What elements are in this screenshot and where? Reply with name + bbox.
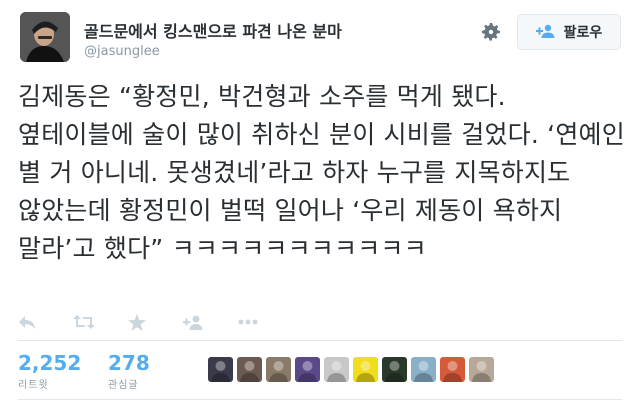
more-icon[interactable] bbox=[238, 312, 293, 332]
favorite-label: 관심글 bbox=[108, 380, 139, 391]
profile-avatar[interactable] bbox=[20, 12, 70, 62]
liker-avatar-3[interactable] bbox=[266, 357, 291, 382]
favorite-icon[interactable] bbox=[128, 312, 183, 332]
retweet-count: 2,252 bbox=[18, 351, 82, 375]
liker-avatars bbox=[208, 357, 494, 382]
favorite-stat[interactable]: 278 관심글 bbox=[108, 352, 150, 391]
retweet-label: 리트윗 bbox=[18, 380, 49, 391]
follow-button-label: 팔로우 bbox=[563, 25, 603, 41]
display-name[interactable]: 골드문에서 킹스맨으로 파견 나온 분마 bbox=[84, 18, 342, 42]
retweet-stat[interactable]: 2,252 리트윗 bbox=[18, 352, 81, 391]
favorite-count: 278 bbox=[108, 351, 150, 375]
liker-avatar-8[interactable] bbox=[411, 357, 436, 382]
liker-avatar-6[interactable] bbox=[353, 357, 378, 382]
divider-bottom bbox=[18, 399, 622, 400]
liker-avatar-4[interactable] bbox=[295, 357, 320, 382]
liker-avatar-7[interactable] bbox=[382, 357, 407, 382]
tweet-text: 김제동은 “황정민, 박건형과 소주를 먹게 됐다. 옆테이블에 술이 많이 취… bbox=[18, 82, 634, 263]
liker-avatar-2[interactable] bbox=[237, 357, 262, 382]
liker-avatar-9[interactable] bbox=[440, 357, 465, 382]
gear-icon[interactable] bbox=[479, 20, 503, 44]
liker-avatar-1[interactable] bbox=[208, 357, 233, 382]
add-user-icon bbox=[535, 23, 556, 42]
tweet-actions bbox=[18, 312, 293, 332]
retweet-icon[interactable] bbox=[73, 312, 128, 332]
follow-button[interactable]: 팔로우 bbox=[517, 14, 621, 50]
user-handle[interactable]: @jasunglee bbox=[84, 44, 160, 59]
follow-icon[interactable] bbox=[183, 312, 238, 332]
liker-avatar-10[interactable] bbox=[469, 357, 494, 382]
divider-top bbox=[18, 340, 622, 341]
reply-icon[interactable] bbox=[18, 312, 73, 332]
liker-avatar-5[interactable] bbox=[324, 357, 349, 382]
